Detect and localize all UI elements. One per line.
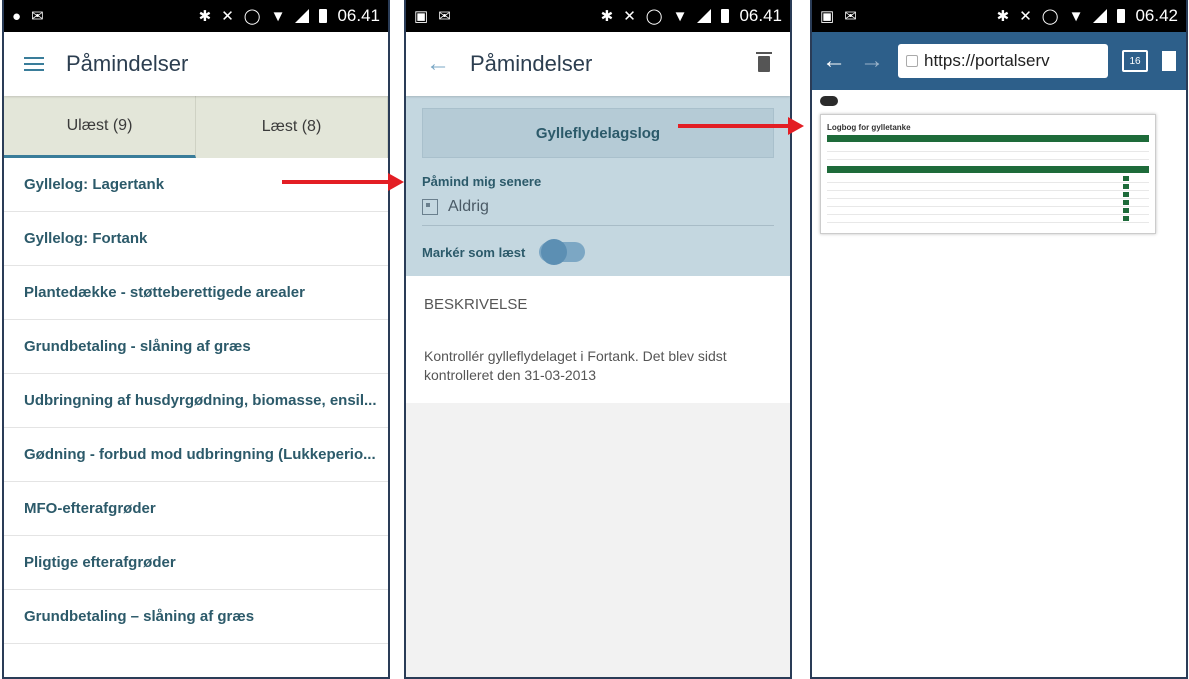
bluetooth-icon: ✱ [198,8,212,25]
mark-read-label: Markér som læst [422,244,526,260]
list-item[interactable]: MFO-efterafgrøder [4,482,388,536]
list-item[interactable]: Pligtige efterafgrøder [4,536,388,590]
calendar-icon [422,199,438,215]
web-page: Logbog for gylletanke [812,90,1186,240]
app-bar: ← Påmindelser [406,32,790,96]
mute-icon: ✕ [623,8,636,25]
status-time: 06.42 [1135,6,1178,25]
wifi-icon: ▼ [1068,7,1084,25]
document-title: Logbog for gylletanke [827,123,911,132]
list-item[interactable]: Plantedække - støtteberettigede arealer [4,266,388,320]
mark-read-toggle[interactable] [539,239,586,265]
list-item[interactable]: Grundbetaling – slåning af græs [4,590,388,644]
remind-later-label: Påmind mig senere [422,174,542,189]
page-title: Påmindelser [470,51,593,76]
toggle-knob [541,239,568,265]
tab-read[interactable]: Læst (8) [196,96,388,158]
description-text: Kontrollér gylleflydelaget i Fortank. De… [424,348,727,383]
page-title: Påmindelser [66,51,189,76]
mute-icon: ✕ [221,8,234,25]
signal-icon [697,9,712,23]
status-time: 06.41 [739,6,782,25]
image-icon: ▣ [820,8,835,25]
lock-icon [906,55,918,67]
phone-reminders-list: ● ✉ ✱ ✕ ◯ ▼ 06.41 Påmindelser Ulæst (9) … [2,0,390,679]
tab-bar: Ulæst (9) Læst (8) [4,96,388,158]
message-icon: ✉ [844,8,857,25]
logbook-document: Logbog for gylletanke [820,114,1156,234]
tabs-icon[interactable]: 16 [1122,50,1148,72]
mark-read-row: Markér som læst [422,239,774,265]
phone-reminder-detail: ▣ ✉ ✱ ✕ ◯ ▼ 06.41 ← Påmindelser Gyllefly… [404,0,792,679]
trash-icon[interactable] [756,52,772,72]
empty-area [406,403,790,677]
url-bar[interactable]: https://portalserv [898,44,1108,78]
description-heading: BESKRIVELSE [424,296,528,313]
bluetooth-icon: ✱ [996,8,1010,25]
app-bar: Påmindelser [4,32,388,96]
status-bar: ● ✉ ✱ ✕ ◯ ▼ 06.41 [4,0,388,32]
battery-icon [1117,9,1126,23]
status-bar: ▣ ✉ ✱ ✕ ◯ ▼ 06.42 [812,0,1186,32]
battery-icon [721,9,730,23]
red-arrow [678,117,804,135]
remind-later-field[interactable]: Aldrig [422,189,774,226]
list-item[interactable]: Gødning - forbud mod udbringning (Lukkep… [4,428,388,482]
message-icon: ✉ [31,8,44,25]
wifi-icon: ▼ [672,7,688,25]
back-arrow-icon[interactable]: ← [822,47,846,75]
list-item[interactable]: Gyllelog: Lagertank [4,158,388,212]
list-item[interactable]: Grundbetaling - slåning af græs [4,320,388,374]
back-arrow-icon[interactable]: ← [426,50,450,78]
url-text: https://portalserv [924,51,1050,70]
phone-browser: ▣ ✉ ✱ ✕ ◯ ▼ 06.42 ← → https://portalserv… [810,0,1188,679]
remind-later-value: Aldrig [448,198,489,215]
subject-button[interactable]: Gylleflydelagslog [422,108,774,158]
status-bar: ▣ ✉ ✱ ✕ ◯ ▼ 06.41 [406,0,790,32]
browser-toolbar: ← → https://portalserv 16 [812,32,1186,90]
bookmark-icon[interactable] [1162,51,1176,71]
reminder-list: Gyllelog: Lagertank Gyllelog: Fortank Pl… [4,158,388,644]
mute-icon: ✕ [1019,8,1032,25]
list-item[interactable]: Gyllelog: Fortank [4,212,388,266]
menu-icon[interactable] [24,57,44,71]
forward-arrow-icon[interactable]: → [860,47,884,75]
wifi-icon: ▼ [270,7,286,25]
location-icon: ● [12,7,22,25]
site-logo [820,96,1178,106]
alarm-icon: ◯ [645,8,663,25]
status-time: 06.41 [337,6,380,25]
reminder-panel: Gylleflydelagslog Påmind mig senere Aldr… [406,96,790,276]
bluetooth-icon: ✱ [600,8,614,25]
image-icon: ▣ [414,8,429,25]
signal-icon [1093,9,1108,23]
alarm-icon: ◯ [1041,8,1059,25]
message-icon: ✉ [438,8,451,25]
red-arrow [282,173,404,191]
signal-icon [295,9,310,23]
alarm-icon: ◯ [243,8,261,25]
battery-icon [319,9,328,23]
list-item[interactable]: Udbringning af husdyrgødning, biomasse, … [4,374,388,428]
description-section: BESKRIVELSE Kontrollér gylleflydelaget i… [406,276,790,406]
tab-unread[interactable]: Ulæst (9) [4,96,196,158]
